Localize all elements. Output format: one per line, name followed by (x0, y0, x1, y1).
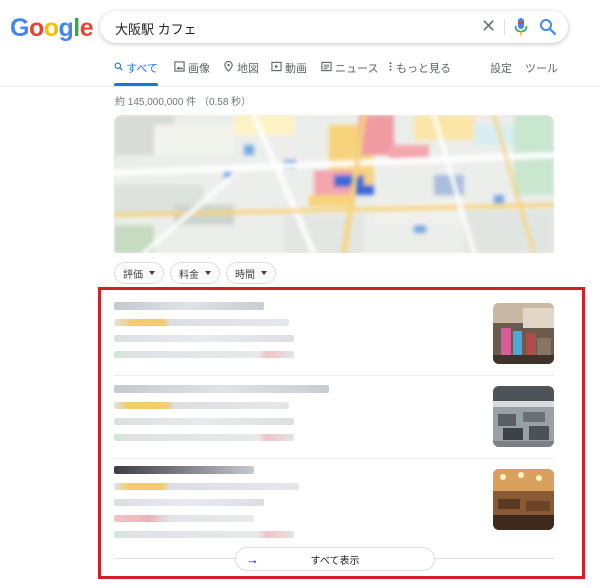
search-input[interactable]: 大阪駅 カフェ (115, 19, 197, 38)
more-vert-icon (389, 62, 392, 71)
listing-photo[interactable] (493, 469, 554, 530)
logo-letter: G (10, 14, 29, 42)
tab-label: 動画 (285, 63, 307, 75)
listing-address-redacted (114, 499, 264, 506)
listing-title-redacted (114, 302, 264, 310)
search-tabs: すべて 画像 地図 動画 ニュース もっと見る 設定 ツール (0, 60, 600, 86)
show-all-button[interactable]: → すべて表示 (235, 547, 435, 571)
settings-label: 設定 (490, 63, 512, 75)
listing-divider (114, 458, 554, 459)
tab-label: すべて (126, 63, 158, 75)
filter-price[interactable]: 料金 (170, 262, 220, 284)
search-icon (114, 62, 123, 71)
listing-rating-redacted (114, 319, 289, 326)
chip-label: 料金 (179, 269, 199, 281)
local-map[interactable] (114, 115, 554, 253)
listing-status-redacted (114, 515, 254, 522)
logo-letter: g (58, 14, 74, 42)
map-image (114, 115, 554, 253)
listing-title-redacted (114, 385, 329, 393)
listing-services-redacted (114, 531, 294, 538)
filter-hours[interactable]: 時間 (226, 262, 276, 284)
listing-services-redacted (114, 351, 294, 358)
settings-link[interactable]: 設定 (490, 60, 512, 86)
listing-rating-redacted (114, 483, 299, 490)
tools-link[interactable]: ツール (525, 60, 558, 86)
microphone-icon[interactable] (514, 18, 528, 36)
local-result-1[interactable] (114, 302, 554, 368)
logo-letter: o (28, 14, 44, 42)
tools-label: ツール (525, 63, 558, 75)
result-stats: 約 145,000,000 件 （0.58 秒） (115, 97, 252, 108)
cafe-photo-1 (493, 303, 554, 364)
arrow-right-icon: → (246, 552, 259, 567)
chevron-down-icon (205, 271, 211, 275)
cafe-photo-3 (493, 469, 554, 530)
tab-images[interactable]: 画像 (174, 60, 210, 86)
listing-rating-redacted (114, 402, 289, 409)
chip-label: 時間 (235, 269, 255, 281)
news-icon (321, 61, 332, 72)
tab-videos[interactable]: 動画 (271, 60, 307, 86)
cafe-photo-2 (493, 386, 554, 447)
clear-icon[interactable]: ✕ (481, 16, 496, 36)
logo-letter: e (79, 14, 94, 42)
listing-title-redacted (114, 466, 254, 474)
listing-photo[interactable] (493, 303, 554, 364)
tab-news[interactable]: ニュース (321, 60, 378, 86)
filter-chips: 評価 料金 時間 (114, 262, 276, 284)
image-icon (174, 61, 185, 72)
listing-divider (114, 375, 554, 376)
show-all-label: すべて表示 (310, 555, 360, 567)
tab-more[interactable]: もっと見る (388, 60, 451, 86)
search-divider (504, 19, 505, 35)
tab-all[interactable]: すべて (114, 60, 158, 86)
chevron-down-icon (261, 271, 267, 275)
google-logo[interactable]: Google (10, 14, 94, 43)
tab-label: 地図 (237, 63, 259, 75)
tabs-divider (0, 86, 600, 87)
filter-rating[interactable]: 評価 (114, 262, 164, 284)
chevron-down-icon (149, 271, 155, 275)
listing-address-redacted (114, 335, 294, 342)
video-icon (271, 61, 282, 72)
listing-address-redacted (114, 418, 294, 425)
logo-letter: o (43, 14, 59, 42)
local-result-3[interactable] (114, 466, 554, 538)
tab-label: 画像 (188, 63, 210, 75)
local-result-2[interactable] (114, 385, 554, 451)
listing-photo[interactable] (493, 386, 554, 447)
map-pin-icon (224, 61, 233, 72)
listing-services-redacted (114, 434, 294, 441)
tab-maps[interactable]: 地図 (223, 60, 259, 86)
search-icon[interactable] (539, 18, 557, 36)
tab-label: ニュース (335, 63, 379, 75)
chip-label: 評価 (123, 269, 143, 281)
search-box[interactable]: 大阪駅 カフェ ✕ (100, 11, 568, 43)
tab-label: もっと見る (396, 63, 451, 75)
